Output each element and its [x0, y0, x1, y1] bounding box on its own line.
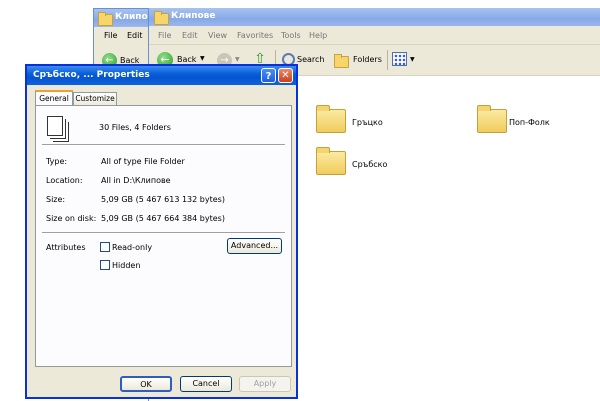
- folder-icon: [98, 12, 113, 26]
- folder-icon: [477, 105, 507, 133]
- advanced-button[interactable]: Advanced...: [227, 238, 282, 254]
- readonly-checkbox[interactable]: [100, 242, 110, 252]
- menu-edit[interactable]: Edit: [182, 31, 198, 40]
- menu-view[interactable]: View: [208, 31, 227, 40]
- folder-item[interactable]: Поп-Фолк: [475, 104, 585, 134]
- cancel-button[interactable]: Cancel: [180, 376, 232, 392]
- tab-customize-label: Customize: [75, 94, 115, 103]
- views-button[interactable]: ▼: [392, 51, 418, 69]
- menu-favorites[interactable]: Favorites: [237, 31, 273, 40]
- tab-customize[interactable]: Customize: [73, 92, 117, 106]
- properties-dialog: Сръбско, ... Properties ? ✕ General Cust…: [25, 64, 298, 399]
- folder-name: Сръбско: [352, 160, 388, 169]
- location-label: Location:: [46, 176, 83, 185]
- folder-icon: [316, 105, 346, 133]
- tab-general-label: General: [39, 94, 69, 103]
- ok-label: OK: [140, 380, 152, 389]
- folder-icon: [334, 54, 349, 68]
- apply-label: Apply: [253, 379, 277, 388]
- dialog-title: Сръбско, ... Properties: [33, 70, 150, 80]
- close-button[interactable]: ✕: [278, 68, 293, 83]
- folder-item[interactable]: Сръбско: [314, 146, 414, 176]
- type-value: All of type File Folder: [101, 157, 185, 166]
- dialog-titlebar[interactable]: Сръбско, ... Properties ? ✕: [27, 66, 296, 85]
- divider: [42, 144, 285, 146]
- hidden-checkbox[interactable]: [100, 260, 110, 270]
- chevron-down-icon: ▼: [200, 55, 205, 62]
- readonly-label[interactable]: Read-only: [112, 243, 152, 252]
- ok-button[interactable]: OK: [120, 376, 172, 392]
- apply-button[interactable]: Apply: [239, 376, 291, 392]
- folder-name: Гръцко: [352, 118, 383, 127]
- menu-bar: File Edit View Favorites Tools Help: [149, 26, 600, 45]
- tab-general[interactable]: General: [35, 90, 73, 106]
- views-icon: [392, 52, 407, 66]
- size-on-disk-label: Size on disk:: [46, 214, 97, 223]
- menu-edit[interactable]: Edit: [127, 31, 143, 40]
- folder-name: Поп-Фолк: [509, 118, 550, 127]
- explorer-titlebar[interactable]: Клипове: [149, 8, 600, 26]
- menu-help[interactable]: Help: [309, 31, 327, 40]
- folders-label: Folders: [353, 55, 382, 64]
- tab-panel: 30 Files, 4 Folders Type: All of type Fi…: [35, 105, 292, 367]
- explorer-title: Клипове: [171, 11, 216, 21]
- help-button[interactable]: ?: [261, 68, 276, 83]
- chevron-down-icon: ▼: [410, 56, 415, 63]
- menu-tools[interactable]: Tools: [281, 31, 301, 40]
- menu-file[interactable]: File: [104, 31, 117, 40]
- size-on-disk-value: 5,09 GB (5 467 664 384 bytes): [101, 214, 225, 223]
- attributes-label: Attributes: [46, 243, 86, 252]
- advanced-label: Advanced...: [230, 241, 279, 250]
- toolbar-separator: [387, 50, 388, 70]
- back-label: Back: [177, 55, 197, 64]
- cancel-label: Cancel: [192, 379, 220, 388]
- folders-button[interactable]: Folders: [334, 52, 384, 68]
- menu-file[interactable]: File: [158, 31, 171, 40]
- size-label: Size:: [46, 195, 66, 204]
- folder-item[interactable]: Гръцко: [314, 104, 414, 134]
- divider: [42, 232, 285, 234]
- hidden-label[interactable]: Hidden: [112, 261, 140, 270]
- type-label: Type:: [46, 157, 68, 166]
- size-value: 5,09 GB (5 467 613 132 bytes): [101, 195, 225, 204]
- folder-icon: [316, 147, 346, 175]
- multiple-files-icon: [47, 116, 63, 136]
- search-label: Search: [297, 55, 325, 64]
- location-value: All in D:\Клипове: [101, 176, 171, 185]
- chevron-down-icon[interactable]: ▼: [235, 56, 240, 63]
- folder-icon: [154, 11, 169, 25]
- files-summary: 30 Files, 4 Folders: [99, 123, 171, 132]
